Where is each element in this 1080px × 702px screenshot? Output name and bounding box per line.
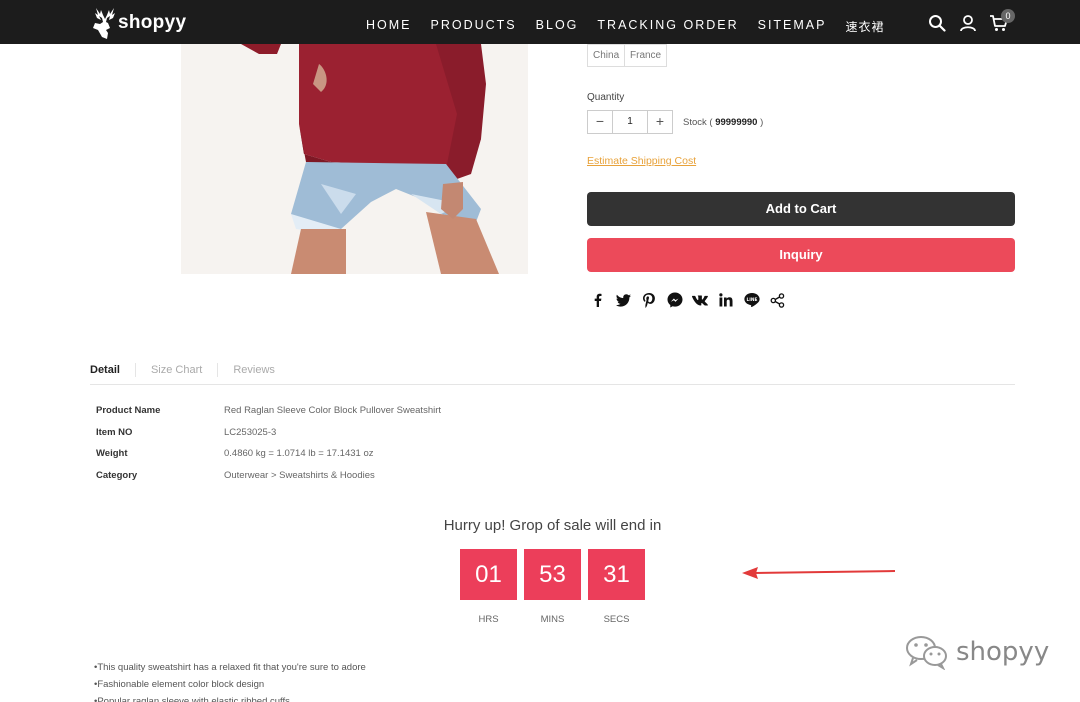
stock-info: Stock ( 99999990 ) <box>683 117 763 128</box>
line-icon[interactable]: LINE <box>743 292 760 308</box>
nav-tracking-order[interactable]: TRACKING ORDER <box>597 18 738 35</box>
countdown-seconds-label: SECS <box>603 614 630 625</box>
spec-row: Item NO LC253025-3 <box>96 427 441 449</box>
stock-prefix: Stock ( <box>683 117 716 128</box>
messenger-icon[interactable] <box>667 292 683 308</box>
linkedin-icon[interactable] <box>718 292 734 308</box>
product-specs-table: Product Name Red Raglan Sleeve Color Blo… <box>96 405 441 491</box>
spec-value-item-no: LC253025-3 <box>224 426 277 438</box>
nav-blog[interactable]: BLOG <box>536 18 579 35</box>
description-line: •Fashionable element color block design <box>94 679 265 690</box>
add-to-cart-button[interactable]: Add to Cart <box>587 192 1015 226</box>
site-header: shopyy HOME PRODUCTS BLOG TRACKING ORDER… <box>0 0 1080 44</box>
quantity-label: Quantity <box>587 92 625 103</box>
spec-key-weight: Weight <box>96 448 128 459</box>
spec-key-product-name: Product Name <box>96 405 161 416</box>
wechat-icon <box>906 636 947 670</box>
tab-detail[interactable]: Detail <box>90 363 136 377</box>
spec-value-product-name: Red Raglan Sleeve Color Block Pullover S… <box>224 405 442 416</box>
tab-size-chart[interactable]: Size Chart <box>151 363 219 377</box>
watermark-text: shopyy <box>956 637 1050 667</box>
product-description: •This quality sweatshirt has a relaxed f… <box>94 659 366 702</box>
spec-row: Category Outerwear > Sweatshirts & Hoodi… <box>96 470 441 492</box>
facebook-icon[interactable] <box>590 292 606 308</box>
share-icon[interactable] <box>769 292 785 308</box>
stock-value: 99999990 <box>715 117 758 128</box>
countdown-title: Hurry up! Grop of sale will end in <box>443 517 662 534</box>
deer-logo-icon <box>93 8 115 39</box>
quantity-decrease-button[interactable]: − <box>588 111 612 133</box>
spec-key-item-no: Item NO <box>96 426 133 438</box>
vk-icon[interactable] <box>692 292 709 308</box>
nav-home[interactable]: HOME <box>366 18 412 35</box>
annotation-arrow-icon <box>742 567 896 579</box>
main-nav: HOME PRODUCTS BLOG TRACKING ORDER SITEMA… <box>366 18 904 35</box>
quantity-increase-button[interactable]: + <box>648 111 672 133</box>
quantity-input[interactable]: 1 <box>612 111 648 133</box>
countdown-seconds: 31 <box>588 549 645 600</box>
search-icon[interactable] <box>928 14 946 37</box>
estimate-shipping-link[interactable]: Estimate Shipping Cost <box>587 155 696 167</box>
countdown-hours-label: HRS <box>478 614 499 625</box>
ship-from-china[interactable]: China <box>587 44 626 67</box>
spec-row: Weight 0.4860 kg = 1.0714 lb = 17.1431 o… <box>96 448 441 470</box>
countdown-minutes: 53 <box>524 549 581 600</box>
spec-value-category[interactable]: Outerwear > Sweatshirts & Hoodies <box>224 470 375 492</box>
wechat-watermark: shopyy <box>904 634 1049 670</box>
spec-value-weight: 0.4860 kg = 1.0714 lb = 17.1431 oz <box>224 448 374 459</box>
description-line: •Popular raglan sleeve with elastic ribb… <box>94 696 290 702</box>
stock-suffix: ) <box>757 117 764 128</box>
nav-dress[interactable]: 速衣裙 <box>845 18 884 35</box>
countdown-minutes-label: MINS <box>540 614 565 625</box>
countdown-hours: 01 <box>460 549 517 600</box>
user-icon[interactable] <box>959 14 977 37</box>
spec-row: Product Name Red Raglan Sleeve Color Blo… <box>96 405 441 427</box>
nav-sitemap[interactable]: SITEMAP <box>758 18 827 35</box>
brand-logo[interactable]: shopyy <box>90 6 186 40</box>
description-line: •This quality sweatshirt has a relaxed f… <box>94 662 366 673</box>
product-tabs: Detail Size Chart Reviews <box>90 363 1015 385</box>
ship-from-france[interactable]: France <box>624 44 668 67</box>
brand-name: shopyy <box>118 12 187 33</box>
svg-text:LINE: LINE <box>746 297 757 303</box>
quantity-stepper: − 1 + <box>587 110 673 134</box>
tab-reviews[interactable]: Reviews <box>233 363 290 377</box>
product-image[interactable] <box>181 44 528 274</box>
share-bar: LINE <box>590 292 795 308</box>
spec-key-category: Category <box>96 469 138 481</box>
inquiry-button[interactable]: Inquiry <box>587 238 1015 272</box>
pinterest-icon[interactable] <box>641 292 657 308</box>
nav-products[interactable]: PRODUCTS <box>431 18 517 35</box>
twitter-icon[interactable] <box>616 292 632 308</box>
cart-count-badge: 0 <box>1001 9 1015 23</box>
